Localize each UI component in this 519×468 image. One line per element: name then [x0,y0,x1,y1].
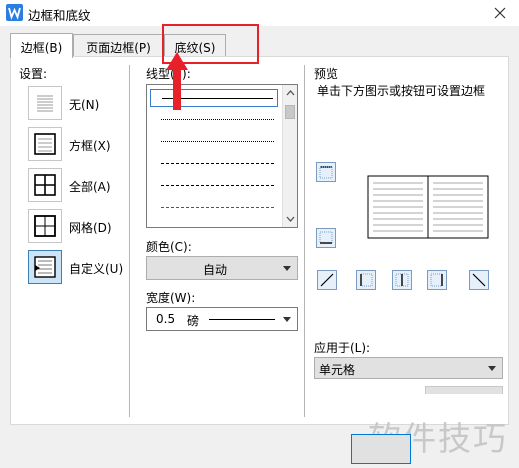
border-box-icon [34,133,56,155]
setting-none-label: 无(N) [69,98,100,112]
color-label: 颜色(C): [146,240,192,254]
apply-to-label: 应用于(L): [314,341,371,355]
setting-none-button[interactable] [28,86,62,120]
border-diagonal-down-button[interactable] [469,270,489,290]
border-bottom-icon [319,231,333,244]
border-all-icon [34,174,56,196]
scroll-down-icon[interactable] [283,213,298,225]
width-line-sample [209,319,275,320]
border-top-icon [319,166,333,179]
border-diagonal-up-button[interactable] [317,270,337,290]
close-icon [494,7,506,19]
title-bar: 边框和底纹 [0,0,519,26]
setting-grid-label: 网格(D) [69,221,112,235]
annotation-arrow-icon [166,52,188,110]
setting-box-button[interactable] [28,127,62,161]
setting-custom-button[interactable] [28,250,62,284]
wps-writer-icon [6,4,23,21]
width-value: 0.5 [156,312,176,326]
ok-button[interactable] [351,434,411,464]
chevron-down-icon [283,266,291,271]
color-select[interactable]: 自动 [146,256,298,280]
border-none-icon [37,95,53,112]
window-title: 边框和底纹 [28,8,91,23]
close-button[interactable] [489,2,511,24]
setting-box-label: 方框(X) [69,139,111,153]
line-style-dashed-small[interactable] [150,155,278,173]
apply-to-value: 单元格 [319,363,356,377]
tab-label: 页面边框(P) [86,41,151,55]
diagonal-down-icon [472,273,486,287]
border-left-button[interactable] [356,270,376,290]
line-style-dashed[interactable] [150,177,278,195]
setting-custom-label: 自定义(U) [69,262,124,276]
setting-all-label: 全部(A) [69,180,111,194]
preview-area[interactable] [367,175,489,239]
border-inside-vertical-button[interactable] [392,270,412,290]
chevron-down-icon [488,366,496,371]
divider [129,65,130,417]
tab-page-border[interactable]: 页面边框(P) [73,34,164,58]
border-right-button[interactable] [427,270,447,290]
apply-to-select[interactable]: 单元格 [314,357,503,379]
border-grid-icon [34,215,56,237]
scroll-up-icon[interactable] [283,87,298,99]
tab-label: 边框(B) [20,41,63,55]
border-inside-vertical-icon [395,273,409,287]
chevron-down-icon [283,317,291,322]
settings-label: 设置: [19,67,48,81]
line-style-dash-dot[interactable] [150,199,278,217]
line-style-dotted[interactable] [150,133,278,151]
line-style-scrollbar[interactable] [282,85,297,227]
scroll-thumb[interactable] [285,105,295,119]
setting-grid-button[interactable] [28,209,62,243]
color-value: 自动 [203,263,228,277]
preview-label: 预览 [314,67,339,81]
border-top-button[interactable] [316,162,336,182]
border-custom-icon [34,256,56,278]
width-label: 宽度(W): [146,291,196,305]
border-bottom-button[interactable] [316,228,336,248]
width-unit: 磅 [187,314,200,328]
divider [304,65,305,417]
width-select[interactable]: 0.5 磅 [146,307,298,331]
diagonal-up-icon [320,273,334,287]
preview-hint: 单击下方图示或按钮可设置边框 [317,84,486,98]
setting-all-button[interactable] [28,168,62,202]
options-button[interactable] [425,386,503,394]
border-right-icon [430,273,443,287]
border-left-icon [360,273,373,287]
borders-tab-panel: 设置: 无(N) 方框(X) 全部(A) 网格(D) 自定义(U) 线型(Y):… [10,56,509,425]
preview-document-icon [367,175,489,239]
tab-borders[interactable]: 边框(B) [10,33,73,58]
